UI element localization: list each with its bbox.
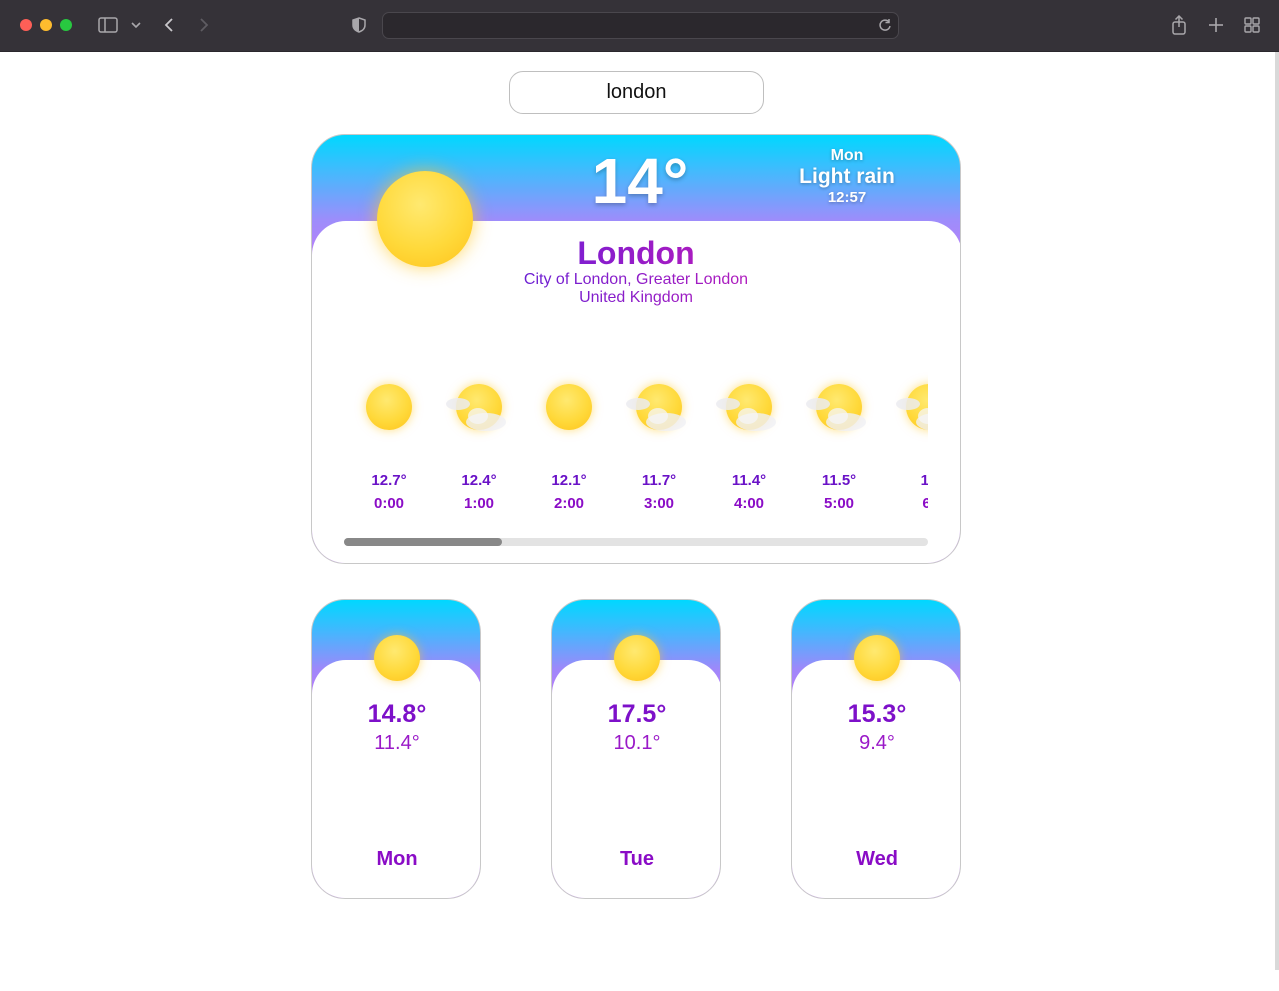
daily-card[interactable]: 14.8° 11.4° Mon: [311, 599, 481, 899]
hourly-item: 11.4° 4:00: [704, 370, 794, 515]
daily-low: 9.4°: [859, 732, 895, 754]
daily-day-name: Mon: [376, 848, 418, 870]
hourly-temp: 12: [920, 472, 928, 489]
tab-overview-icon[interactable]: [1241, 14, 1263, 36]
partly-cloudy-icon: [716, 384, 776, 431]
country-name: United Kingdom: [470, 289, 802, 307]
search-input[interactable]: [509, 71, 764, 114]
daily-day-name: Tue: [619, 848, 655, 870]
hourly-temp: 12.4°: [461, 472, 497, 489]
hourly-scrollbar-thumb[interactable]: [344, 538, 502, 546]
daily-card[interactable]: 15.3° 9.4° Wed: [791, 599, 961, 899]
close-window-button[interactable]: [20, 19, 32, 31]
reload-icon[interactable]: [878, 18, 892, 37]
hourly-temp: 12.7°: [371, 472, 407, 489]
hourly-time: 6:: [922, 495, 928, 512]
share-icon[interactable]: [1168, 14, 1190, 36]
hourly-item: 11.7° 3:00: [614, 370, 704, 515]
sun-icon: [377, 171, 473, 267]
region-name: City of London, Greater London: [470, 271, 802, 289]
current-temperature: 14°: [591, 145, 689, 217]
hourly-temp: 11.5°: [821, 472, 857, 489]
hourly-time: 4:00: [733, 495, 765, 512]
daily-high: 15.3°: [847, 700, 907, 728]
sun-icon: [366, 384, 412, 430]
sun-icon: [614, 635, 660, 681]
sun-icon: [854, 635, 900, 681]
page-scrollbar[interactable]: [1275, 52, 1279, 970]
chevron-down-icon[interactable]: [125, 14, 147, 36]
hourly-time: 3:00: [643, 495, 675, 512]
hourly-item: 11.5° 5:00: [794, 370, 884, 515]
partly-cloudy-icon: [446, 384, 506, 431]
hourly-time: 1:00: [463, 495, 495, 512]
forward-icon[interactable]: [193, 14, 215, 36]
partly-cloudy-icon: [806, 384, 866, 431]
daily-high: 14.8°: [367, 700, 427, 728]
daily-low: 10.1°: [613, 732, 661, 754]
privacy-shield-icon[interactable]: [348, 14, 370, 36]
hourly-time: 0:00: [373, 495, 405, 512]
browser-toolbar: [0, 0, 1279, 52]
sidebar-toggle-icon[interactable]: [97, 14, 119, 36]
current-time: 12:57: [827, 189, 867, 206]
back-icon[interactable]: [158, 14, 180, 36]
current-condition: Light rain: [799, 165, 895, 188]
sun-icon: [374, 635, 420, 681]
city-name: London: [511, 234, 761, 272]
address-bar[interactable]: [382, 12, 899, 39]
hourly-time: 2:00: [553, 495, 585, 512]
hourly-item: 12.4° 1:00: [434, 370, 524, 515]
hourly-temp: 11.7°: [641, 472, 677, 489]
hourly-temp: 11.4°: [731, 472, 767, 489]
daily-high: 17.5°: [607, 700, 667, 728]
hourly-item: 12.7° 0:00: [344, 370, 434, 515]
partly-cloudy-icon: [626, 384, 686, 431]
hourly-forecast[interactable]: 12.7° 0:00 12.4° 1:00 12.1° 2:00 11.7° 3:00 11.4…: [344, 370, 928, 515]
zoom-window-button[interactable]: [60, 19, 72, 31]
new-tab-icon[interactable]: [1205, 14, 1227, 36]
daily-card[interactable]: 17.5° 10.1° Tue: [551, 599, 721, 899]
daily-low: 11.4°: [374, 732, 420, 754]
partly-cloudy-icon: [896, 384, 928, 431]
sun-icon: [546, 384, 592, 430]
hourly-item: 126:: [884, 370, 928, 515]
hourly-temp: 12.1°: [551, 472, 587, 489]
minimize-window-button[interactable]: [40, 19, 52, 31]
current-day: Mon: [830, 147, 864, 164]
hourly-time: 5:00: [823, 495, 855, 512]
hourly-item: 12.1° 2:00: [524, 370, 614, 515]
daily-day-name: Wed: [856, 848, 898, 870]
